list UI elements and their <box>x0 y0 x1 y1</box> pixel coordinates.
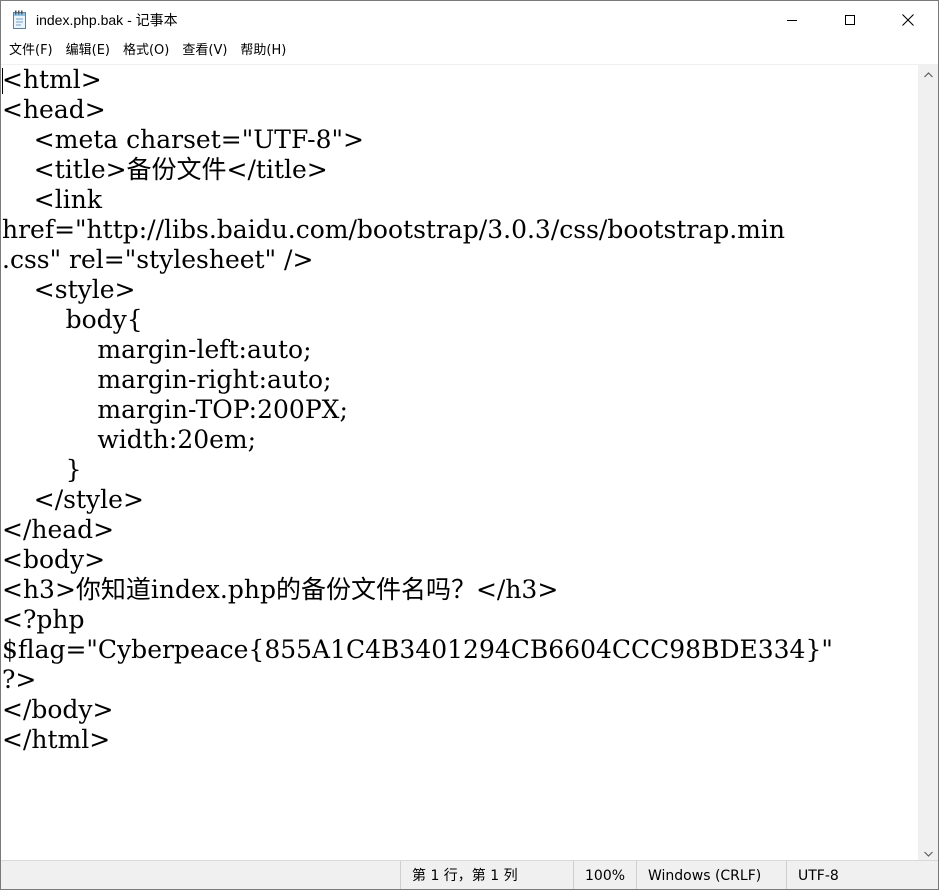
code-line: </head> <box>2 515 115 544</box>
maximize-button[interactable] <box>827 1 873 39</box>
code-line: margin-TOP:200PX; <box>2 395 348 424</box>
zoom-level: 100% <box>573 861 636 889</box>
menu-format[interactable]: 格式(O) <box>116 40 175 62</box>
editor-content[interactable]: <html> <head> <meta charset="UTF-8"> <ti… <box>2 65 833 755</box>
text-caret <box>2 68 3 94</box>
code-line: </html> <box>2 725 111 754</box>
scroll-up-arrow-icon <box>923 63 933 82</box>
notepad-window: index.php.bak - 记事本 文件(F) 编辑(E) 格式(O) 查看… <box>0 0 939 890</box>
cursor-position: 第 1 行，第 1 列 <box>400 861 573 889</box>
notepad-icon <box>12 10 28 30</box>
code-line: <body> <box>2 545 106 574</box>
code-line: } <box>2 455 82 484</box>
maximize-icon <box>845 15 855 25</box>
menu-bar: 文件(F) 编辑(E) 格式(O) 查看(V) 帮助(H) <box>1 39 938 63</box>
text-editor[interactable]: <html> <head> <meta charset="UTF-8"> <ti… <box>1 64 918 861</box>
code-line: $flag="Cyberpeace{855A1C4B3401294CB6604C… <box>2 635 833 664</box>
menu-help[interactable]: 帮助(H) <box>233 40 292 62</box>
line-ending: Windows (CRLF) <box>636 861 786 889</box>
code-line: .css" rel="stylesheet" /> <box>2 245 314 274</box>
code-line: <link <box>2 185 102 214</box>
menu-view[interactable]: 查看(V) <box>175 40 233 62</box>
code-line: </style> <box>2 485 144 514</box>
code-line: margin-right:auto; <box>2 365 332 394</box>
close-icon <box>902 14 914 26</box>
code-line: ?> <box>2 665 37 694</box>
scroll-down-button[interactable] <box>918 843 938 860</box>
minimize-button[interactable] <box>769 1 815 39</box>
code-line: </body> <box>2 695 114 724</box>
encoding: UTF-8 <box>786 861 938 889</box>
minimize-icon <box>787 15 797 25</box>
title-bar[interactable]: index.php.bak - 记事本 <box>1 1 938 39</box>
code-line: <meta charset="UTF-8"> <box>2 125 364 154</box>
code-line: <head> <box>2 95 106 124</box>
code-line: <html> <box>2 65 102 94</box>
scroll-up-button[interactable] <box>918 64 938 81</box>
code-line: <h3>你知道index.php的备份文件名吗？</h3> <box>2 575 559 604</box>
window-title: index.php.bak - 记事本 <box>36 12 178 28</box>
status-bar: 第 1 行，第 1 列 100% Windows (CRLF) UTF-8 <box>1 860 938 889</box>
vertical-scrollbar[interactable] <box>918 64 938 860</box>
code-line: <title>备份文件</title> <box>2 155 328 184</box>
code-line: href="http://libs.baidu.com/bootstrap/3.… <box>2 215 785 244</box>
code-line: <?php <box>2 605 85 634</box>
scroll-down-arrow-icon <box>923 842 933 861</box>
code-line: <style> <box>2 275 136 304</box>
close-button[interactable] <box>885 1 931 39</box>
code-line: margin-left:auto; <box>2 335 312 364</box>
menu-file[interactable]: 文件(F) <box>1 40 59 62</box>
code-line: width:20em; <box>2 425 257 454</box>
code-line: body{ <box>2 305 143 334</box>
menu-edit[interactable]: 编辑(E) <box>59 40 116 62</box>
